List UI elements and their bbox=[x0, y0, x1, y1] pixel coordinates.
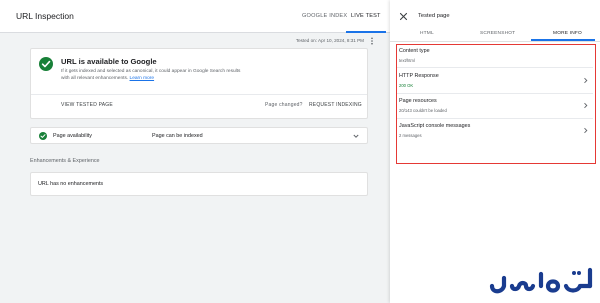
page-availability-row[interactable]: Page availability Page can be indexed bbox=[30, 127, 368, 144]
close-icon[interactable] bbox=[399, 12, 408, 21]
status-description-line2: with all relevant enhancements. bbox=[61, 76, 129, 81]
availability-label: Page availability bbox=[53, 133, 92, 139]
check-circle-icon bbox=[39, 132, 47, 140]
more-vert-icon[interactable] bbox=[368, 37, 376, 45]
check-circle-icon bbox=[39, 57, 53, 71]
status-description-line1: If it gets indexed and selected as canon… bbox=[61, 69, 241, 74]
status-card: URL is available to Google If it gets in… bbox=[30, 48, 368, 119]
request-indexing-button[interactable]: REQUEST INDEXING bbox=[309, 102, 362, 108]
inspection-workspace: URL Inspection GOOGLE INDEX LIVE TEST Te… bbox=[0, 0, 390, 303]
page-title: URL Inspection bbox=[16, 11, 74, 21]
watermark-logo bbox=[489, 267, 593, 294]
enhancements-card: URL has no enhancements bbox=[30, 172, 368, 196]
view-tested-page-button[interactable]: VIEW TESTED PAGE bbox=[61, 102, 113, 108]
learn-more-link[interactable]: Learn more bbox=[130, 76, 155, 81]
tab-html[interactable]: HTML bbox=[420, 31, 434, 36]
panel-title: Tested page bbox=[418, 13, 450, 19]
tab-google-index[interactable]: GOOGLE INDEX bbox=[302, 13, 347, 19]
tabs-divider bbox=[390, 41, 600, 42]
active-tab-indicator bbox=[346, 31, 386, 33]
availability-value: Page can be indexed bbox=[152, 133, 203, 139]
status-title: URL is available to Google bbox=[61, 57, 157, 66]
tab-live-test[interactable]: LIVE TEST bbox=[351, 13, 381, 19]
enhancements-heading: Enhancements & Experience bbox=[30, 158, 100, 164]
tab-more-info[interactable]: MORE INFO bbox=[553, 31, 582, 36]
status-description: If it gets indexed and selected as canon… bbox=[61, 68, 321, 82]
page-changed-label: Page changed? bbox=[265, 102, 303, 108]
highlight-box bbox=[396, 44, 596, 164]
chevron-down-icon[interactable] bbox=[352, 132, 360, 140]
tab-screenshot[interactable]: SCREENSHOT bbox=[480, 31, 515, 36]
top-bar: URL Inspection GOOGLE INDEX LIVE TEST bbox=[0, 0, 390, 33]
no-enhancements-label: URL has no enhancements bbox=[38, 181, 104, 187]
tested-on-timestamp: Tested on: Apr 10, 2024, 8:31 PM bbox=[295, 38, 364, 43]
tested-page-panel: Tested page HTML SCREENSHOT MORE INFO Co… bbox=[390, 0, 600, 303]
divider bbox=[31, 94, 367, 95]
